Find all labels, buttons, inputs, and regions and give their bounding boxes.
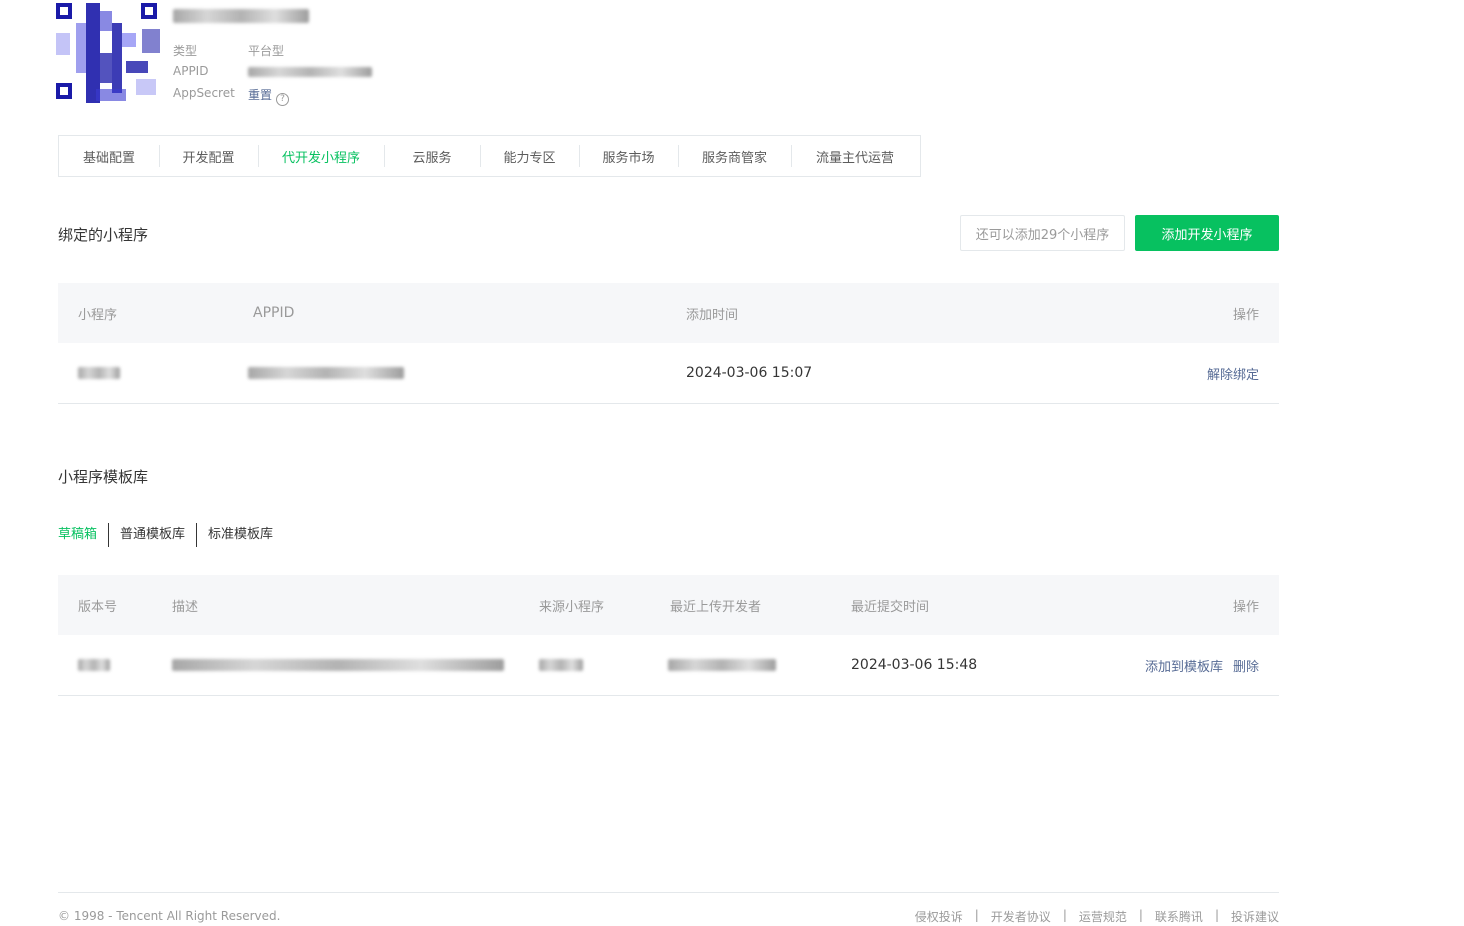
subtab-standard-templates[interactable]: 标准模板库 [196,523,284,547]
tab-service-market[interactable]: 服务市场 [579,135,678,177]
meta-appid: APPID [173,64,372,78]
footer-separator: | [974,908,979,922]
footer-link-infringement[interactable]: 侵权投诉 [915,908,963,925]
row-desc-redacted [172,635,504,695]
reset-link[interactable]: 重置 [248,88,272,102]
settings-tabs: 基础配置 开发配置 代开发小程序 云服务 能力专区 服务市场 服务商管家 流量主… [58,135,921,177]
subtab-normal-templates[interactable]: 普通模板库 [108,523,196,547]
footer-separator: | [1214,908,1219,922]
row-actions: 添加到模板库 删除 [1145,635,1259,695]
row-submit-time: 2024-03-06 15:48 [851,657,978,673]
drafts-table: 版本号 描述 来源小程序 最近上传开发者 最近提交时间 操作 2024-03-0… [58,575,1279,696]
appid-value-redacted [248,64,372,78]
unbind-link[interactable]: 解除绑定 [1207,343,1259,403]
col-name: 小程序 [78,307,118,323]
col-added-time: 添加时间 [686,307,739,323]
footer-link-developer-agreement[interactable]: 开发者协议 [991,908,1051,925]
footer-link-contact[interactable]: 联系腾讯 [1155,908,1203,925]
help-icon[interactable]: ? [276,93,290,106]
col-action: 操作 [1232,307,1259,323]
col-submit-time: 最近提交时间 [851,599,930,615]
templates-section-title: 小程序模板库 [58,468,149,486]
account-name-redacted [173,8,309,24]
bound-section-title: 绑定的小程序 [58,226,149,244]
meta-appsecret: AppSecret 重置? [173,86,290,106]
add-miniprogram-button[interactable]: 添加开发小程序 [1135,215,1279,251]
row-appid-redacted [248,343,404,403]
tab-traffic-operation[interactable]: 流量主代运营 [791,135,919,177]
footer-separator: | [1062,908,1067,922]
footer-link-operation-rules[interactable]: 运营规范 [1079,908,1127,925]
col-action: 操作 [1232,599,1259,615]
type-value: 平台型 [248,44,285,58]
row-source-redacted [539,635,583,695]
tab-dev-config[interactable]: 开发配置 [159,135,258,177]
table-row: 2024-03-06 15:48 添加到模板库 删除 [58,635,1279,696]
table-header: 版本号 描述 来源小程序 最近上传开发者 最近提交时间 操作 [58,575,1279,635]
footer-divider [58,892,1279,893]
tab-cloud-service[interactable]: 云服务 [384,135,480,177]
appsecret-label: AppSecret [173,86,235,100]
add-to-library-link[interactable]: 添加到模板库 [1145,656,1223,675]
appsecret-value: 重置? [248,86,290,106]
footer-link-feedback[interactable]: 投诉建议 [1231,908,1279,925]
col-source: 来源小程序 [539,599,605,615]
bound-table: 小程序 APPID 添加时间 操作 2024-03-06 15:07 解除绑定 [58,283,1279,404]
col-appid: APPID [253,305,295,321]
row-name-redacted [78,343,120,403]
type-label: 类型 [173,44,198,58]
row-added-time: 2024-03-06 15:07 [686,365,813,381]
footer-links: 侵权投诉 | 开发者协议 | 运营规范 | 联系腾讯 | 投诉建议 [915,908,1279,925]
copyright: © 1998 - Tencent All Right Reserved. [58,909,281,923]
tab-capabilities[interactable]: 能力专区 [480,135,579,177]
footer-separator: | [1138,908,1143,922]
subtab-drafts[interactable]: 草稿箱 [58,523,108,547]
row-uploader-redacted [668,635,776,695]
tab-provider-manager[interactable]: 服务商管家 [678,135,791,177]
col-uploader: 最近上传开发者 [670,599,762,615]
tab-basic-config[interactable]: 基础配置 [59,135,159,177]
row-version-redacted [78,635,110,695]
meta-type: 类型 平台型 [173,42,284,59]
table-row: 2024-03-06 15:07 解除绑定 [58,343,1279,404]
qr-code-image [56,3,162,103]
table-header: 小程序 APPID 添加时间 操作 [58,283,1279,343]
col-desc: 描述 [172,599,199,615]
template-subtabs: 草稿箱 普通模板库 标准模板库 [58,523,284,547]
tab-proxy-miniprogram[interactable]: 代开发小程序 [258,135,384,177]
appid-label: APPID [173,64,209,78]
delete-link[interactable]: 删除 [1233,656,1259,675]
col-version: 版本号 [78,599,118,615]
quota-indicator: 还可以添加29个小程序 [960,215,1125,251]
